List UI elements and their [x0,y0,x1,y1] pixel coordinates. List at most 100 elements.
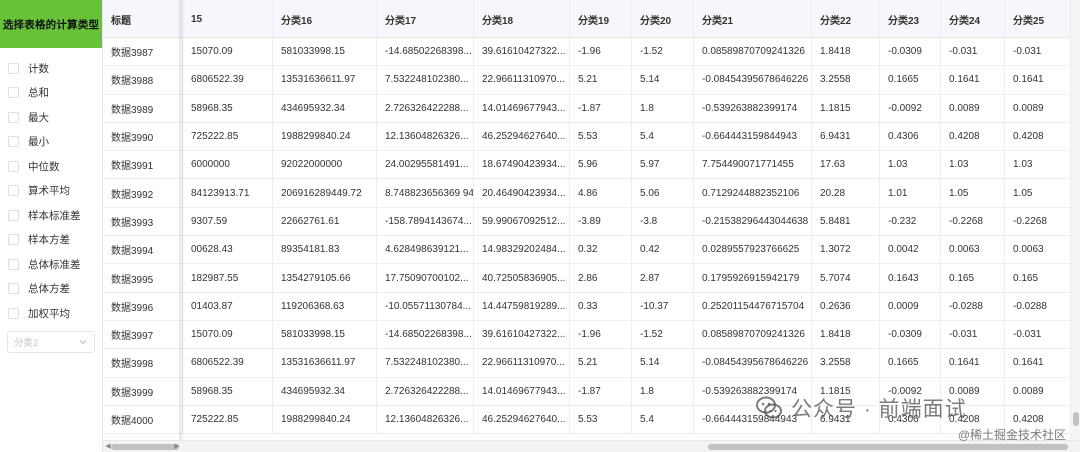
horizontal-scrollbar[interactable]: ◀ ▶ [103,440,1080,452]
table-row[interactable]: 数据3992 84123913.71 206916289449.72 8.748823… [103,179,1073,208]
table-row[interactable]: 数据3998 6806522.39 13531636611.97 7.53224810… [103,349,1073,378]
calc-option-sum[interactable]: 总和 [0,81,102,106]
table-cell: 1.03 [1005,151,1073,179]
horizontal-scrollbar-thumb[interactable] [708,444,1068,450]
checkbox[interactable] [8,87,19,99]
table-cell: 5.4 [632,122,694,151]
column-header[interactable]: 分类23 [880,0,941,38]
row-title-cell: 数据3999 [103,377,183,405]
checkbox[interactable] [8,209,19,221]
table-cell: 0.4208 [1005,122,1073,151]
table-cell: 7.754490071771455 [694,151,812,179]
category-select[interactable]: 分类2 [7,331,95,353]
table-row[interactable]: 数据3988 6806522.39 13531636611.97 7.53224810… [103,66,1073,95]
column-header[interactable]: 分类17 [377,0,474,38]
table-cell: 0.0089 [941,94,1005,122]
calc-option-max[interactable]: 最大 [0,105,102,130]
table-cell: 84123913.71 [183,179,273,207]
row-title-cell: 数据3990 [103,122,183,151]
checkbox[interactable] [8,307,19,319]
calc-option-min[interactable]: 最小 [0,130,102,155]
table-cell: 5.8481 [812,207,880,236]
checkbox[interactable] [8,160,19,172]
table-cell: 0.4208 [941,122,1005,151]
table-cell: 14.44759819289... [474,292,570,320]
table-cell: 1988299840.24 [273,122,377,151]
table-cell: 58968.35 [183,94,273,122]
column-header[interactable]: 15 [183,0,273,38]
chevron-down-icon [76,335,90,349]
table-cell: 7.532248102380... [377,66,474,94]
checkbox[interactable] [8,234,19,246]
table-row[interactable]: 数据3997 15070.09 581033998.15 -14.6850226839… [103,320,1073,350]
table-cell: 5.4 [632,405,694,434]
calc-option-pop-var[interactable]: 总体方差 [0,277,102,302]
table-cell: 7.532248102380... [377,349,474,377]
table-cell: -10.05571130784... [377,292,474,320]
table-cell: -0.664443159844943 [694,122,812,151]
vertical-scrollbar-thumb[interactable] [1073,412,1079,426]
calc-option-median[interactable]: 中位数 [0,154,102,179]
vertical-scrollbar[interactable] [1070,0,1080,440]
table-cell: 12.13604826326... [377,122,474,151]
calc-option-sample-var[interactable]: 样本方差 [0,228,102,253]
calc-option-weighted-mean[interactable]: 加权平均 [0,301,102,326]
table-cell: 1.3072 [812,236,880,264]
table-cell: 725222.85 [183,405,273,434]
row-title-cell: 数据3994 [103,236,183,264]
table-row[interactable]: 数据3993 9307.59 22662761.61 -158.7894143674.… [103,207,1073,237]
table-row[interactable]: 数据3991 6000000 92022000000 24.00295581491..… [103,151,1073,180]
row-title-cell: 数据3997 [103,320,183,349]
table-cell: 1.03 [941,151,1005,179]
checkbox[interactable] [8,258,19,270]
calc-option-count[interactable]: 计数 [0,56,102,81]
column-header[interactable]: 标题 [103,0,183,38]
checkbox[interactable] [8,283,19,295]
column-header[interactable]: 分类18 [474,0,570,38]
table-cell: -14.68502268398... [377,320,474,349]
column-header[interactable]: 分类24 [941,0,1005,38]
calc-option-mean[interactable]: 算术平均 [0,179,102,204]
table-cell: 0.1665 [880,349,941,377]
column-header[interactable]: 分类16 [273,0,377,38]
checkbox[interactable] [8,62,19,74]
table-cell: 13531636611.97 [273,66,377,94]
table-cell: 0.7129244882352106 [694,179,812,207]
row-title-cell: 数据3995 [103,264,183,292]
calc-option-label: 中位数 [28,160,60,173]
row-title-cell: 数据3988 [103,66,183,94]
table-cell: 119206368.63 [273,292,377,320]
table-row[interactable]: 数据3990 725222.85 1988299840.24 12.136048263… [103,122,1073,152]
scroll-right-arrow-icon[interactable]: ▶ [173,443,181,451]
column-header[interactable]: 分类22 [812,0,880,38]
column-header[interactable]: 分类21 [694,0,812,38]
fixed-column-scrollbar-thumb[interactable] [111,444,179,450]
table-cell: 0.33 [570,292,632,320]
column-header[interactable]: 分类25 [1005,0,1073,38]
table-row[interactable]: 数据3996 01403.87 119206368.63 -10.0557113078… [103,292,1073,321]
table-cell: 6000000 [183,151,273,179]
table-row[interactable]: 数据3987 15070.09 581033998.15 -14.6850226839… [103,38,1073,67]
table-cell: 0.0089 [1005,377,1073,405]
table-row[interactable]: 数据3989 58968.35 434695932.34 2.726326422288… [103,94,1073,123]
table-row[interactable]: 数据3995 182987.55 1354279105.66 17.750907001… [103,264,1073,293]
column-header[interactable]: 分类19 [570,0,632,38]
table-cell: 39.61610427322... [474,320,570,349]
table-cell: 5.7074 [812,264,880,292]
checkbox[interactable] [8,111,19,123]
table-cell: 8.748823656369 94 [377,179,474,207]
calc-option-sample-std[interactable]: 样本标准差 [0,203,102,228]
checkbox[interactable] [8,185,19,197]
table-cell: 3.2558 [812,66,880,94]
table-row[interactable]: 数据3994 00628.43 89354181.83 4.628498639121.… [103,236,1073,265]
wechat-icon [756,396,782,419]
column-header[interactable]: 分类20 [632,0,694,38]
table-cell: 24.00295581491... [377,151,474,179]
table-cell: 0.0289557923766625 [694,236,812,264]
watermark-subtext: @稀土掘金技术社区 [957,428,1066,442]
calc-option-pop-std[interactable]: 总体标准差 [0,252,102,277]
table-cell: -0.2268 [1005,207,1073,236]
checkbox[interactable] [8,136,19,148]
table-cell: 22.96611310970... [474,66,570,94]
table-cell: 00628.43 [183,236,273,264]
